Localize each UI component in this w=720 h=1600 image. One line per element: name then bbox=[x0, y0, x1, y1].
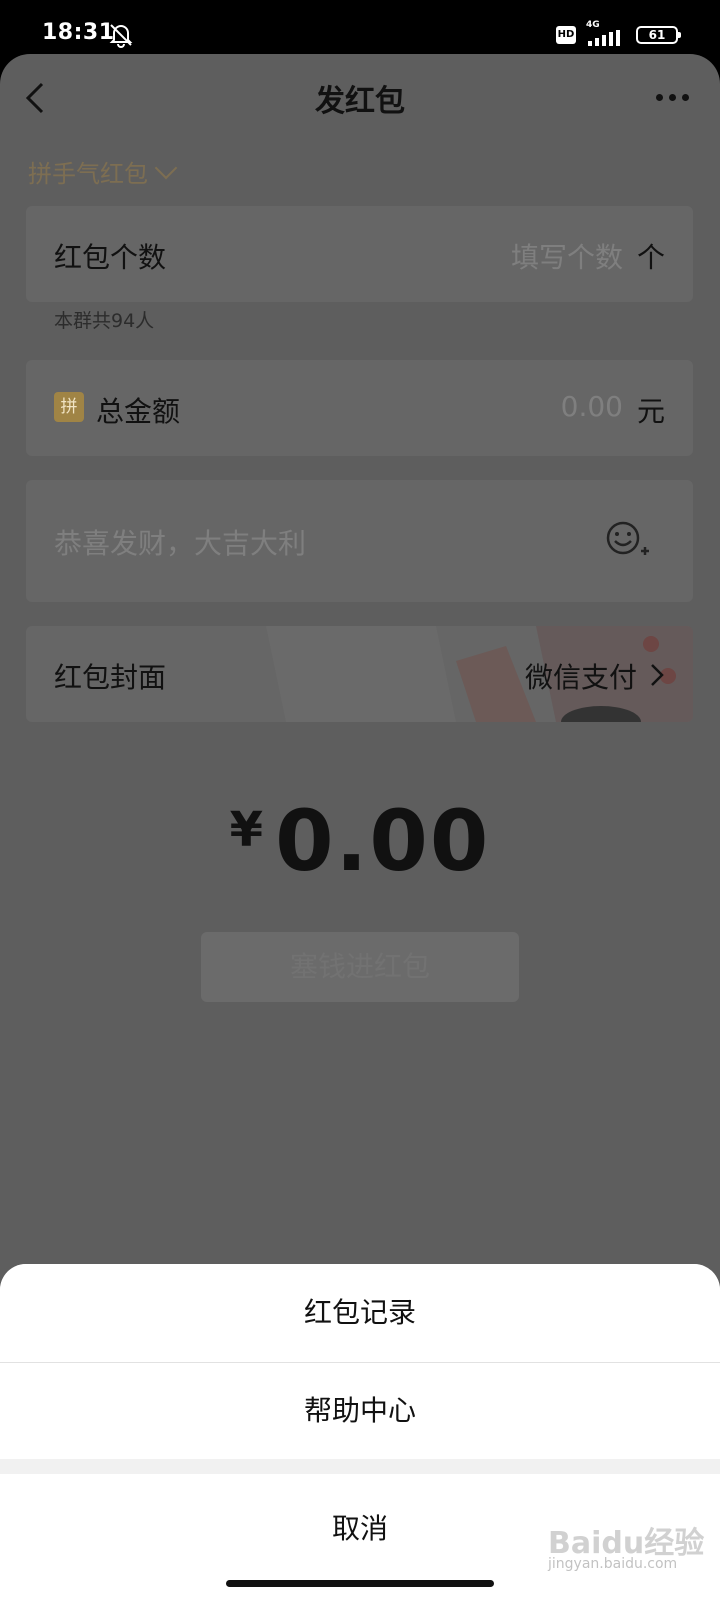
home-indicator[interactable] bbox=[226, 1580, 494, 1587]
group-member-hint: 本群共94人 bbox=[54, 310, 155, 332]
cover-label: 红包封面 bbox=[54, 661, 167, 694]
packet-type-label: 拼手气红包 bbox=[28, 160, 148, 188]
bell-muted-icon bbox=[109, 24, 133, 48]
status-time: 18:31 bbox=[42, 20, 115, 45]
total-amount-row[interactable]: 拼 总金额 0.00 元 bbox=[26, 360, 693, 456]
more-icon[interactable] bbox=[652, 90, 692, 104]
packet-count-row[interactable]: 红包个数 填写个数 个 bbox=[26, 206, 693, 302]
total-amount-value: 0.00 bbox=[275, 792, 491, 890]
currency-symbol: ¥ bbox=[229, 802, 264, 858]
hd-badge: HD bbox=[556, 26, 576, 44]
pin-badge-icon: 拼 bbox=[54, 392, 84, 422]
packet-count-label: 红包个数 bbox=[54, 241, 167, 274]
total-amount-label: 总金额 bbox=[96, 395, 181, 428]
submit-button[interactable]: 塞钱进红包 bbox=[201, 932, 519, 1002]
total-amount-input[interactable]: 0.00 bbox=[561, 390, 623, 423]
greeting-row[interactable]: 恭喜发财，大吉大利 bbox=[26, 480, 693, 602]
sheet-item-records[interactable]: 红包记录 bbox=[0, 1264, 720, 1362]
cover-value: 微信支付 bbox=[524, 661, 637, 694]
battery-icon: 61 bbox=[636, 26, 681, 44]
chevron-down-icon bbox=[154, 156, 178, 180]
sheet-item-help[interactable]: 帮助中心 bbox=[0, 1363, 720, 1459]
network-label: 4G bbox=[586, 20, 600, 30]
chevron-right-icon bbox=[651, 664, 664, 686]
greeting-input[interactable]: 恭喜发财，大吉大利 bbox=[54, 522, 306, 562]
packet-count-unit: 个 bbox=[636, 241, 665, 274]
total-amount-unit: 元 bbox=[636, 395, 665, 428]
emoji-add-icon[interactable] bbox=[605, 520, 651, 560]
watermark-url: jingyan.baidu.com bbox=[548, 1556, 678, 1572]
packet-type-selector[interactable]: 拼手气红包 bbox=[28, 154, 178, 189]
signal-icon bbox=[588, 30, 620, 46]
status-bar: 18:31 HD 4G 61 bbox=[0, 0, 720, 54]
packet-count-input[interactable]: 填写个数 bbox=[511, 236, 623, 276]
cover-row[interactable]: 红包封面 微信支付 bbox=[26, 626, 693, 722]
page-title: 发红包 bbox=[315, 84, 405, 119]
total-amount-display: ¥0.00 bbox=[0, 792, 720, 890]
baidu-watermark: Baidu经验 jingyan.baidu.com bbox=[548, 1518, 704, 1572]
